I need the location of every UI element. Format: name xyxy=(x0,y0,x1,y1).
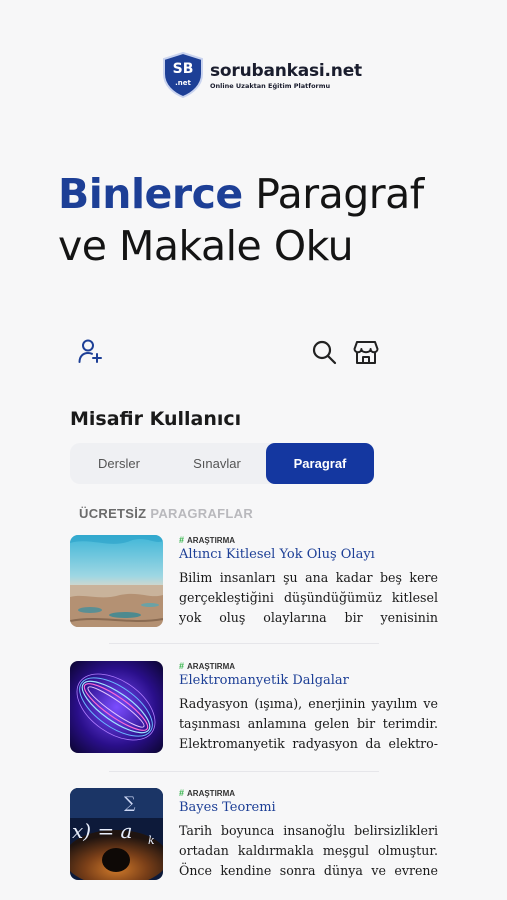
brand-logo: SB .net sorubankasi.net Online Uzaktan E… xyxy=(162,52,362,98)
hash-icon: # xyxy=(179,535,185,545)
article-thumbnail xyxy=(70,535,163,627)
search-icon[interactable] xyxy=(310,338,338,366)
shield-logo-icon: SB .net xyxy=(162,52,204,98)
hero-line1-rest: Paragraf xyxy=(242,170,424,218)
tab-dersler[interactable]: Dersler xyxy=(70,443,168,484)
article-excerpt: Radyasyon (ışıma), enerjinin yayılım ve … xyxy=(179,696,438,751)
shop-icon[interactable] xyxy=(352,338,380,366)
article-thumbnail: x) = a k ∑ xyxy=(70,788,163,880)
svg-text:∑: ∑ xyxy=(124,793,136,812)
brand-name: sorubankasi.net xyxy=(210,60,362,81)
article-title[interactable]: Bayes Teoremi xyxy=(179,800,276,815)
svg-text:k: k xyxy=(148,834,155,847)
article-category: # ARAŞTIRMA xyxy=(179,788,235,798)
article-excerpt: Tarih boyunca insanoğlu belirsizlikleri … xyxy=(179,823,438,878)
add-user-icon[interactable] xyxy=(76,337,104,365)
hash-icon: # xyxy=(179,661,185,671)
article-category-label: ARAŞTIRMA xyxy=(187,661,236,671)
divider xyxy=(109,643,379,644)
article-thumbnail xyxy=(70,661,163,753)
svg-text:x) = a: x) = a xyxy=(72,819,132,843)
article-title[interactable]: Elektromanyetik Dalgalar xyxy=(179,673,349,688)
tab-sinavlar[interactable]: Sınavlar xyxy=(168,443,266,484)
section-title: ÜCRETSİZ PARAGRAFLAR xyxy=(79,506,253,521)
article-card[interactable]: x) = a k ∑ # ARAŞTIRMA Bayes Teoremi Tari… xyxy=(70,786,440,896)
tab-paragraf[interactable]: Paragraf xyxy=(266,443,374,484)
article-card[interactable]: # ARAŞTIRMA Altıncı Kitlesel Yok Oluş Ola… xyxy=(70,533,440,643)
divider xyxy=(109,771,379,772)
article-excerpt: Bilim insanları şu ana kadar beş kere ge… xyxy=(179,570,438,625)
article-category: # ARAŞTIRMA xyxy=(179,535,235,545)
hero-line2: ve Makale Oku xyxy=(58,222,354,270)
hero-heading: Binlerce Paragraf ve Makale Oku xyxy=(58,168,498,272)
username-label: Misafir Kullanıcı xyxy=(70,408,242,430)
logo-badge-text: SB xyxy=(172,61,194,77)
article-category-label: ARAŞTIRMA xyxy=(187,788,236,798)
section-title-part2: PARAGRAFLAR xyxy=(146,506,254,521)
tab-bar: Dersler Sınavlar Paragraf xyxy=(70,443,374,484)
article-category-label: ARAŞTIRMA xyxy=(187,535,236,545)
article-title[interactable]: Altıncı Kitlesel Yok Oluş Olayı xyxy=(179,547,375,562)
article-category: # ARAŞTIRMA xyxy=(179,661,235,671)
article-card[interactable]: # ARAŞTIRMA Elektromanyetik Dalgalar Rady… xyxy=(70,659,440,769)
hash-icon: # xyxy=(179,788,185,798)
hero-accent: Binlerce xyxy=(58,170,243,218)
brand-tagline: Online Uzaktan Eğitim Platformu xyxy=(210,81,331,90)
logo-badge-subtext: .net xyxy=(175,79,191,87)
section-title-part1: ÜCRETSİZ xyxy=(79,506,147,521)
